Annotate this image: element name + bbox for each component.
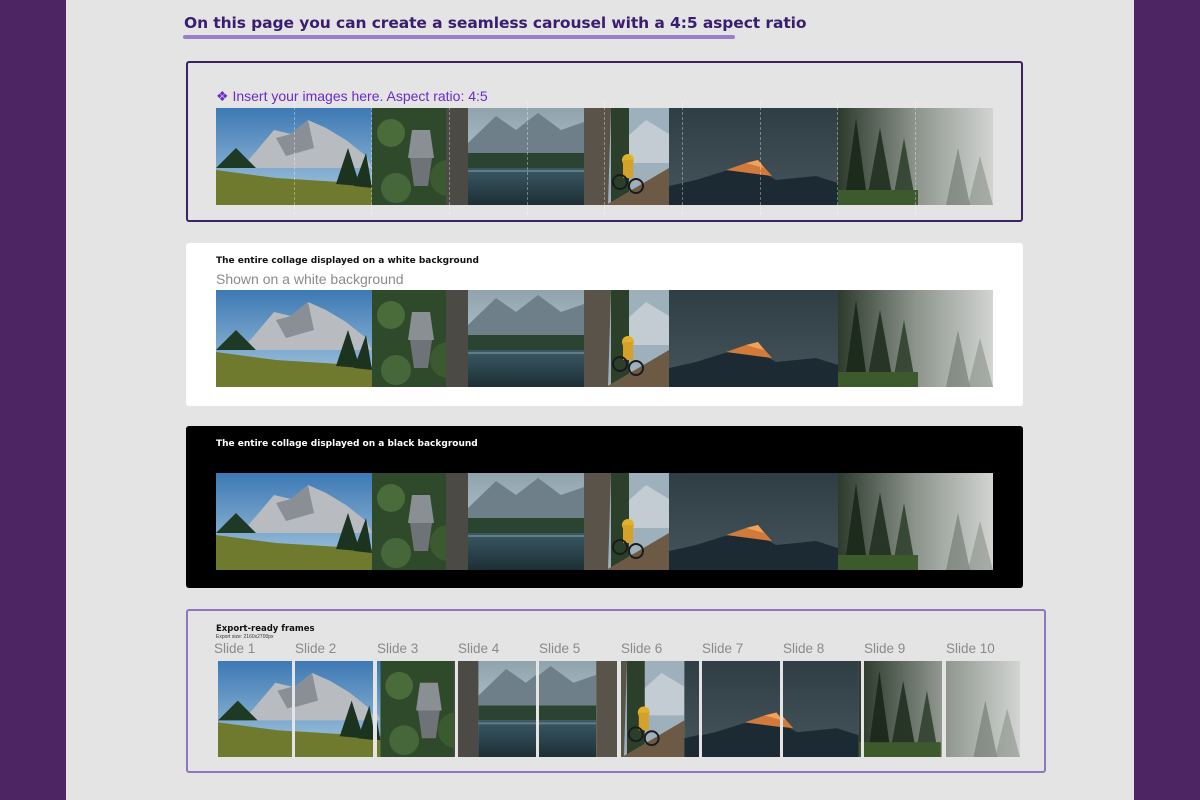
foggy-forest-photo <box>838 108 993 205</box>
mountain-meadow-photo <box>295 661 373 757</box>
sunset-peak-photo <box>669 108 838 205</box>
slide-thumbnail[interactable] <box>621 661 699 757</box>
moka-pot-photo <box>458 661 479 757</box>
sunset-peak-photo <box>669 473 838 570</box>
sunset-peak-photo <box>669 290 838 387</box>
slide-label: Slide 8 <box>783 641 825 656</box>
slide-thumbnail[interactable] <box>539 661 617 757</box>
foggy-forest-photo <box>946 661 1020 757</box>
mountain-biker-photo <box>596 661 617 757</box>
slide-thumbnail[interactable] <box>702 661 780 757</box>
title-underline <box>183 35 735 39</box>
mountain-biker-photo <box>621 661 685 757</box>
slide-label: Slide 4 <box>458 641 500 656</box>
moka-pot-photo <box>380 661 455 757</box>
alpine-lake-photo <box>539 661 597 757</box>
sunset-peak-photo <box>783 661 859 757</box>
slide-label: Slide 6 <box>621 641 663 656</box>
slide-label: Slide 5 <box>539 641 581 656</box>
foggy-forest-photo <box>838 290 993 387</box>
slide-label: Slide 7 <box>702 641 744 656</box>
slide-thumbnail[interactable] <box>458 661 536 757</box>
alpine-lake-photo <box>468 473 584 570</box>
alpine-lake-photo <box>468 290 584 387</box>
slide-label: Slide 10 <box>946 641 995 656</box>
collage-strip-black <box>216 473 993 570</box>
mountain-meadow-photo <box>377 661 381 757</box>
moka-pot-photo <box>372 473 468 570</box>
mountain-meadow-photo <box>216 108 372 205</box>
mountain-meadow-photo <box>216 473 372 570</box>
slide-thumbnail[interactable] <box>295 661 373 757</box>
moka-pot-photo <box>372 108 468 205</box>
slide-thumbnail[interactable] <box>783 661 861 757</box>
slide-thumbnail[interactable] <box>377 661 455 757</box>
export-heading: Export-ready frames <box>216 624 315 634</box>
mountain-meadow-photo <box>218 661 292 757</box>
sunset-peak-photo <box>702 661 780 757</box>
slide-thumbnail[interactable] <box>946 661 1024 757</box>
alpine-lake-photo <box>468 108 584 205</box>
export-size-note: Export size: 2160x2700px <box>216 634 274 640</box>
collage-strip-white <box>216 290 993 387</box>
foggy-forest-photo <box>838 473 993 570</box>
white-frame-subtitle: Shown on a white background <box>216 271 404 287</box>
black-frame-heading: The entire collage displayed on a black … <box>216 439 478 449</box>
slide-thumbnail[interactable] <box>864 661 942 757</box>
collage-strip-editable[interactable] <box>216 108 993 205</box>
slide-label: Slide 1 <box>214 641 256 656</box>
white-frame-heading: The entire collage displayed on a white … <box>216 256 479 266</box>
mountain-biker-photo <box>584 290 669 387</box>
mountain-biker-photo <box>584 473 669 570</box>
insert-images-label: ❖ Insert your images here. Aspect ratio:… <box>216 88 488 104</box>
mountain-biker-photo <box>584 108 669 205</box>
slide-label: Slide 3 <box>377 641 419 656</box>
slide-label: Slide 9 <box>864 641 906 656</box>
sunset-peak-photo <box>684 661 699 757</box>
foggy-forest-photo <box>864 661 942 757</box>
mountain-meadow-photo <box>216 290 372 387</box>
slide-thumbnail[interactable] <box>214 661 292 757</box>
slide-label: Slide 2 <box>295 641 337 656</box>
moka-pot-photo <box>372 290 468 387</box>
page-title: On this page you can create a seamless c… <box>184 14 807 32</box>
foggy-forest-photo <box>858 661 861 757</box>
alpine-lake-photo <box>478 661 536 757</box>
